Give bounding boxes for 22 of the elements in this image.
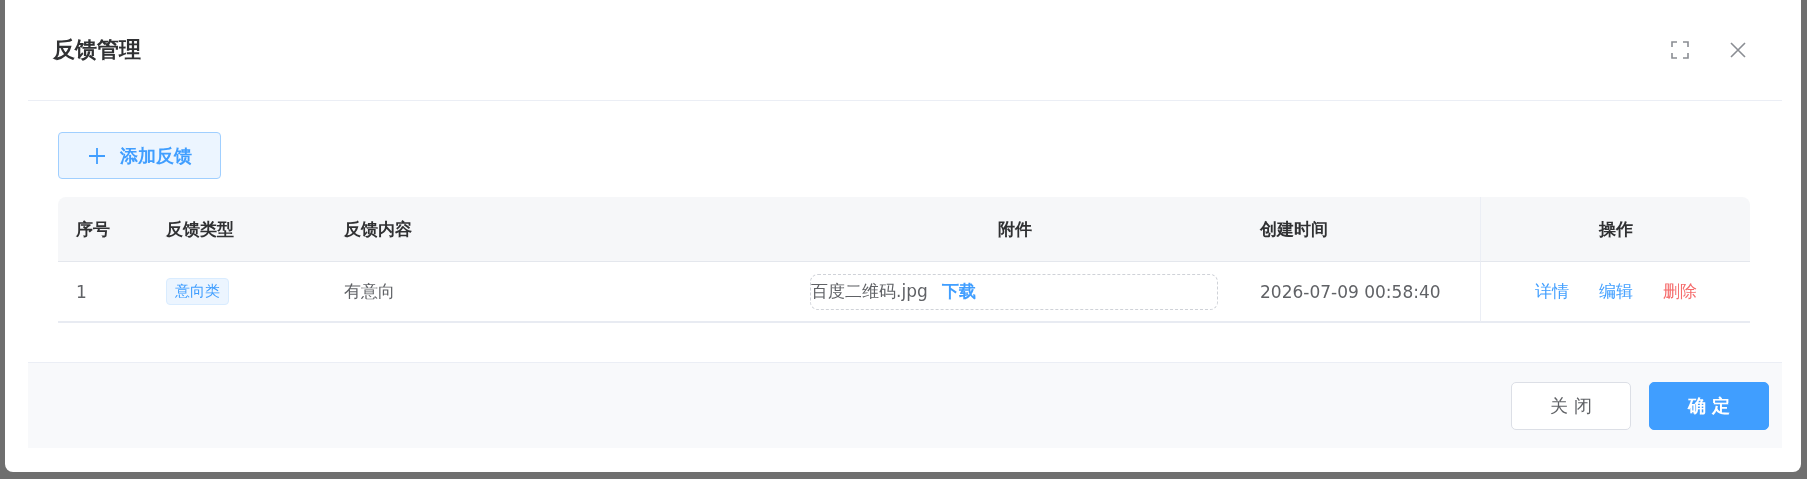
table-cell: 1 (76, 281, 87, 302)
column-header: 序号 (76, 217, 110, 241)
dialog-title: 反馈管理 (53, 36, 141, 64)
close-icon[interactable] (1729, 41, 1747, 59)
download-link[interactable]: 下载 (941, 280, 976, 303)
column-header: 附件 (998, 217, 1032, 241)
type-tag: 意向类 (166, 278, 229, 305)
column-header: 反馈类型 (166, 217, 234, 241)
table-cell: 2026-07-09 00:58:40 (1260, 281, 1441, 302)
column-header: 操作 (1598, 217, 1633, 241)
action-link[interactable]: 删除 (1662, 280, 1697, 303)
add-feedback-button[interactable]: 添加反馈 (58, 132, 221, 179)
column-header: 反馈内容 (344, 217, 412, 241)
table-cell: 有意向 (344, 280, 395, 303)
confirm-button[interactable]: 确定 (1649, 381, 1769, 430)
fullscreen-icon[interactable] (1671, 41, 1689, 59)
action-link[interactable]: 详情 (1534, 280, 1569, 303)
close-button[interactable]: 关闭 (1511, 381, 1631, 430)
file-name: 百度二维码.jpg (811, 280, 928, 303)
action-link[interactable]: 编辑 (1598, 280, 1633, 303)
plus-icon (87, 146, 106, 165)
column-header: 创建时间 (1260, 217, 1328, 241)
